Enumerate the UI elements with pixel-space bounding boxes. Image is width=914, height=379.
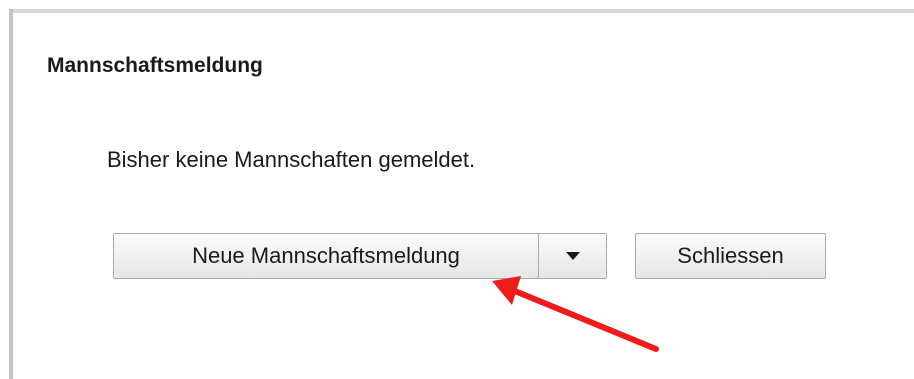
close-button-label: Schliessen [677,243,784,268]
new-team-registration-label: Neue Mannschaftsmeldung [192,243,460,268]
empty-state-message: Bisher keine Mannschaften gemeldet. [107,147,476,172]
chevron-down-icon [565,252,580,260]
dialog-panel: Mannschaftsmeldung Bisher keine Mannscha… [0,0,914,379]
new-registration-dropdown-button[interactable] [538,233,607,279]
new-team-registration-button[interactable]: Neue Mannschaftsmeldung [113,233,539,279]
close-button[interactable]: Schliessen [635,233,826,279]
panel-top-border [10,9,914,13]
annotation-arrow-shaft [507,286,659,352]
panel-left-border [9,9,13,379]
dialog-title: Mannschaftsmeldung [47,54,263,77]
annotation-arrow-head [492,276,521,305]
